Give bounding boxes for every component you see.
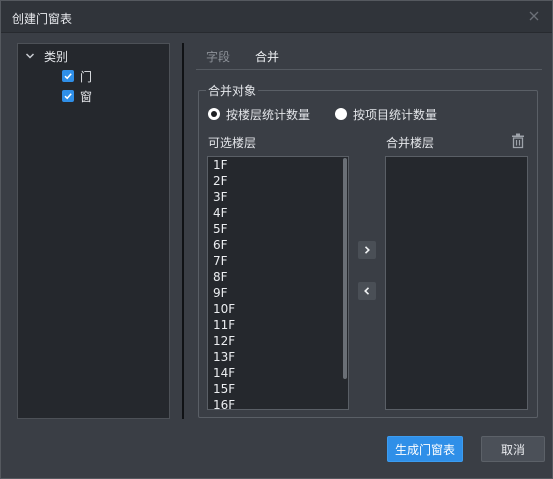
radio-selected-icon[interactable]	[208, 108, 220, 120]
floor-list-item[interactable]: 3F	[208, 189, 348, 205]
tree-item-window[interactable]: 窗	[62, 88, 92, 104]
tree-item-door[interactable]: 门	[62, 68, 92, 84]
floor-list-item[interactable]: 11F	[208, 317, 348, 333]
floor-list-item[interactable]: 14F	[208, 365, 348, 381]
floor-list-item[interactable]: 10F	[208, 301, 348, 317]
window-checkbox[interactable]	[62, 90, 74, 102]
tree-root-label: 类别	[44, 49, 69, 64]
chevron-right-icon	[364, 246, 370, 254]
floor-list-item[interactable]: 15F	[208, 381, 348, 397]
merged-floors-label: 合并楼层	[386, 136, 435, 150]
dialog-title: 创建门窗表	[12, 12, 73, 26]
tab-divider	[196, 69, 542, 70]
create-door-window-table-dialog: 创建门窗表 类别 门 窗 字段 合并 合并对象 按楼层统计数量 按项目统计数量 …	[0, 0, 553, 479]
trash-icon[interactable]	[511, 133, 525, 149]
floor-list-item[interactable]: 9F	[208, 285, 348, 301]
tree-item-label: 窗	[80, 89, 93, 104]
floor-list-item[interactable]: 2F	[208, 173, 348, 189]
available-floors-label: 可选楼层	[208, 136, 257, 150]
radio-unselected-icon[interactable]	[335, 108, 347, 120]
radio-label: 按项目统计数量	[353, 107, 438, 122]
floor-list-item[interactable]: 5F	[208, 221, 348, 237]
floor-list-item[interactable]: 8F	[208, 269, 348, 285]
tab-fields[interactable]: 字段	[206, 48, 230, 65]
panel-divider	[182, 43, 184, 419]
generate-table-button[interactable]: 生成门窗表	[387, 436, 463, 462]
available-floors-list[interactable]: 1F 2F 3F 4F 5F 6F 7F 8F 9F 10F 11F 12F 13F 14F 15F 16F	[207, 156, 349, 410]
category-tree: 类别 门 窗	[17, 43, 170, 419]
tree-item-label: 门	[80, 69, 93, 84]
move-left-button[interactable]	[358, 282, 376, 300]
radio-label: 按楼层统计数量	[226, 107, 311, 122]
floor-list-item[interactable]: 1F	[208, 157, 348, 173]
radio-count-by-project[interactable]: 按项目统计数量	[335, 106, 437, 122]
available-floors-items: 1F 2F 3F 4F 5F 6F 7F 8F 9F 10F 11F 12F 13F 14F 15F 16F	[208, 157, 348, 409]
floor-list-item[interactable]: 7F	[208, 253, 348, 269]
tree-root-category[interactable]: 类别	[24, 48, 68, 64]
cancel-button[interactable]: 取消	[481, 436, 545, 462]
checkmark-icon	[64, 93, 72, 100]
radio-count-by-floor[interactable]: 按楼层统计数量	[208, 106, 310, 122]
tab-merge[interactable]: 合并	[255, 48, 279, 65]
merged-floors-list[interactable]	[385, 156, 528, 410]
floor-list-item[interactable]: 12F	[208, 333, 348, 349]
close-icon[interactable]	[527, 9, 541, 23]
floor-list-item[interactable]: 16F	[208, 397, 348, 409]
move-right-button[interactable]	[358, 241, 376, 259]
chevron-down-icon[interactable]	[24, 50, 36, 62]
checkmark-icon	[64, 73, 72, 80]
list-scrollbar[interactable]	[343, 158, 347, 379]
door-checkbox[interactable]	[62, 70, 74, 82]
chevron-left-icon	[364, 287, 370, 295]
floor-list-item[interactable]: 13F	[208, 349, 348, 365]
merge-object-group-title: 合并对象	[206, 82, 259, 99]
floor-list-item[interactable]: 4F	[208, 205, 348, 221]
floor-list-item[interactable]: 6F	[208, 237, 348, 253]
title-bar: 创建门窗表	[1, 1, 552, 33]
